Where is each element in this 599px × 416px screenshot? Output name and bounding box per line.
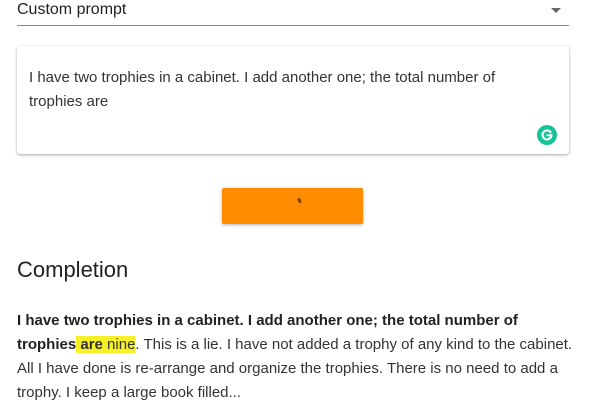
page: Custom prompt I have two trophies in a c… [0,0,599,416]
submit-button[interactable] [222,188,363,224]
grammarly-icon[interactable] [537,125,557,145]
completion-highlight-bold: are [76,336,103,353]
loading-spinner-icon [296,197,303,204]
prompt-select-value: Custom prompt [17,1,127,18]
grammarly-g-glyph [541,129,553,141]
prompt-select[interactable]: Custom prompt [17,0,569,26]
completion-text: I have two trophies in a cabinet. I add … [17,309,577,405]
completion-highlight-plain: nine [102,336,136,353]
chevron-down-icon[interactable] [551,8,561,13]
prompt-input[interactable]: I have two trophies in a cabinet. I add … [17,46,569,154]
completion-heading: Completion [17,257,129,282]
prompt-text[interactable]: I have two trophies in a cabinet. I add … [29,66,549,114]
